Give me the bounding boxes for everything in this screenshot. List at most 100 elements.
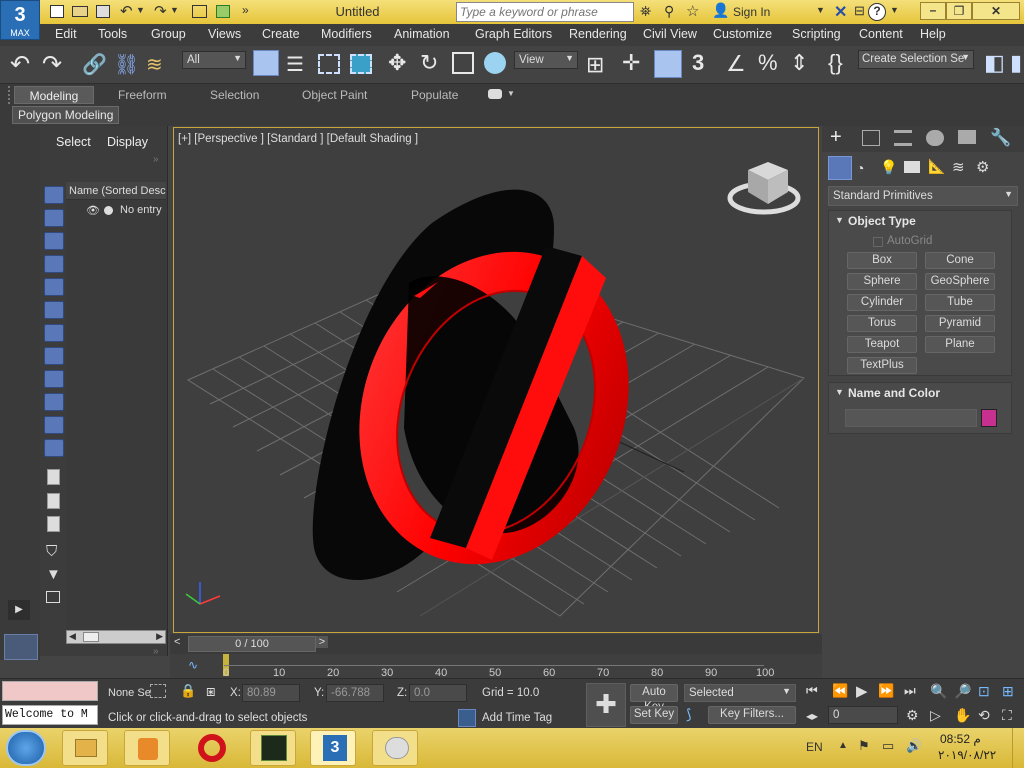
space-warps-icon[interactable] [44, 301, 64, 319]
star-icon[interactable]: ☆ [686, 2, 699, 20]
snap-toggle-icon[interactable]: 3 [692, 50, 704, 76]
space-warps-category-icon[interactable]: ≋ [952, 158, 965, 176]
visibility-icon[interactable] [44, 439, 64, 457]
app-taskbar-icon[interactable] [250, 730, 296, 766]
bones-icon[interactable] [44, 370, 64, 388]
key-mode-toggle-icon[interactable]: ◂▸ [806, 709, 818, 723]
orbit-icon[interactable]: ⟲ [978, 707, 990, 724]
chevron-double-right-icon[interactable]: » [153, 646, 159, 657]
opera-taskbar-icon[interactable] [188, 730, 234, 766]
time-tag-icon[interactable] [458, 709, 476, 727]
selection-filter-dropdown[interactable]: All ▼ [182, 51, 246, 69]
containers-icon[interactable] [44, 393, 64, 411]
list-icon[interactable] [47, 469, 60, 485]
perspective-viewport[interactable]: [+] [Perspective ] [Standard ] [Default … [173, 127, 819, 633]
utilities-tab-icon[interactable]: 🔧 [990, 128, 1011, 148]
move-icon[interactable]: ✥ [388, 50, 406, 76]
start-button[interactable] [6, 730, 46, 766]
z-coordinate-field[interactable]: 0.0 [409, 684, 467, 702]
scene-tab-display[interactable]: Display [107, 135, 148, 149]
auto-key-button[interactable]: Auto Key [630, 684, 678, 713]
bind-space-warp-icon[interactable]: ≋ [146, 52, 163, 77]
show-desktop-button[interactable] [1012, 728, 1024, 768]
satellite-icon[interactable]: ⚲ [664, 3, 674, 20]
menu-rendering[interactable]: Rendering [569, 27, 627, 41]
media-player-taskbar-icon[interactable] [124, 730, 170, 766]
tray-display-icon[interactable]: ▭ [882, 738, 894, 754]
selection-lock-icon[interactable]: 🔒 [180, 683, 196, 699]
tab-object-paint[interactable]: Object Paint [302, 88, 367, 102]
clock-date[interactable]: ٢٠١٩/٠٨/٢٢ [938, 748, 996, 762]
exchange-icon[interactable]: ✕ [834, 2, 847, 22]
key-filters-icon[interactable]: ⟆ [686, 706, 691, 723]
redo-toolbar-icon[interactable]: ↷ [42, 50, 62, 79]
tube-button[interactable]: Tube [925, 294, 995, 311]
display-tab-icon[interactable] [958, 130, 976, 144]
spinner-snap-icon[interactable]: ⇕ [790, 50, 808, 76]
object-color-swatch[interactable] [981, 409, 997, 427]
menu-create[interactable]: Create [262, 27, 300, 41]
track-bar[interactable]: ∿ 0 10 20 30 40 50 60 70 80 90 100 [170, 654, 822, 679]
maxscript-output[interactable]: Welcome to M [2, 705, 98, 725]
cameras-category-icon[interactable] [904, 161, 920, 173]
cylinder-button[interactable]: Cylinder [847, 294, 917, 311]
layer-icon[interactable] [46, 591, 60, 603]
x-coordinate-field[interactable]: 80.89 [242, 684, 300, 702]
menu-customize[interactable]: Customize [713, 27, 772, 41]
curve-editor-icon[interactable]: ∿ [188, 658, 198, 672]
chevron-double-right-icon[interactable]: » [153, 154, 159, 165]
lights-icon[interactable] [44, 232, 64, 250]
help-icon[interactable]: ? [868, 3, 886, 21]
primitive-type-dropdown[interactable]: Standard Primitives ▼ [828, 186, 1018, 206]
xrefs-icon[interactable] [44, 347, 64, 365]
placement-icon[interactable] [484, 52, 506, 74]
unlink-icon[interactable]: ⛓ [114, 52, 139, 77]
field-of-view-icon[interactable]: ▷ [930, 707, 941, 724]
textplus-button[interactable]: TextPlus [847, 357, 917, 374]
close-button[interactable]: ✕ [972, 2, 1020, 20]
key-filters-button[interactable]: Key Filters... [708, 706, 796, 724]
menu-tools[interactable]: Tools [98, 27, 127, 41]
viewport-layout-icon[interactable] [4, 634, 38, 660]
zoom-extents-all-icon[interactable]: ⊞ [1002, 683, 1014, 700]
clock-time[interactable]: 08:52 م [940, 732, 981, 746]
redo-dropdown-icon[interactable]: ▼ [170, 5, 179, 15]
keyboard-shortcut-override-icon[interactable] [654, 50, 682, 78]
zoom-extents-icon[interactable]: ⊡ [978, 683, 990, 700]
rollout-collapse-icon[interactable]: ▼ [835, 215, 844, 225]
save-file-icon[interactable] [96, 5, 110, 18]
tab-modeling[interactable]: Modeling [14, 86, 94, 104]
cameras-icon[interactable] [44, 255, 64, 273]
particles-icon[interactable] [44, 416, 64, 434]
angle-snap-icon[interactable]: ∠ [726, 51, 746, 77]
autogrid-checkbox[interactable] [873, 237, 883, 247]
cone-button[interactable]: Cone [925, 252, 995, 269]
time-slider-next-icon[interactable]: > [316, 636, 328, 648]
undo-toolbar-icon[interactable]: ↶ [10, 50, 30, 79]
zoom-icon[interactable]: 🔍 [930, 683, 947, 700]
maxscript-listener[interactable] [2, 681, 98, 701]
menu-graph-editors[interactable]: Graph Editors [475, 27, 552, 41]
tray-flag-icon[interactable]: ⚑ [858, 738, 870, 754]
helpers-category-icon[interactable]: 📐 [928, 158, 945, 175]
new-file-icon[interactable] [50, 5, 64, 18]
maximize-viewport-icon[interactable]: ⛶ [1002, 707, 1012, 724]
geosphere-button[interactable]: GeoSphere [925, 273, 995, 290]
ribbon-options-icon[interactable] [488, 89, 502, 99]
plane-button[interactable]: Plane [925, 336, 995, 353]
object-name-field[interactable] [845, 409, 977, 427]
geometry-category-icon[interactable] [828, 156, 852, 180]
menu-civil-view[interactable]: Civil View [643, 27, 697, 41]
y-coordinate-field[interactable]: -66.788 [326, 684, 384, 702]
geometry-icon[interactable] [44, 186, 64, 204]
systems-category-icon[interactable]: ⚙ [976, 158, 989, 176]
scroll-left-icon[interactable]: ◀ [69, 631, 76, 642]
groups-icon[interactable] [44, 324, 64, 342]
rollout-collapse-icon[interactable]: ▼ [835, 387, 844, 397]
freeze-dot-icon[interactable] [104, 206, 113, 215]
search-input[interactable] [457, 3, 633, 21]
explorer-taskbar-icon[interactable] [62, 730, 108, 766]
torus-button[interactable]: Torus [847, 315, 917, 332]
menu-scripting[interactable]: Scripting [792, 27, 841, 41]
motion-tab-icon[interactable] [926, 130, 944, 146]
